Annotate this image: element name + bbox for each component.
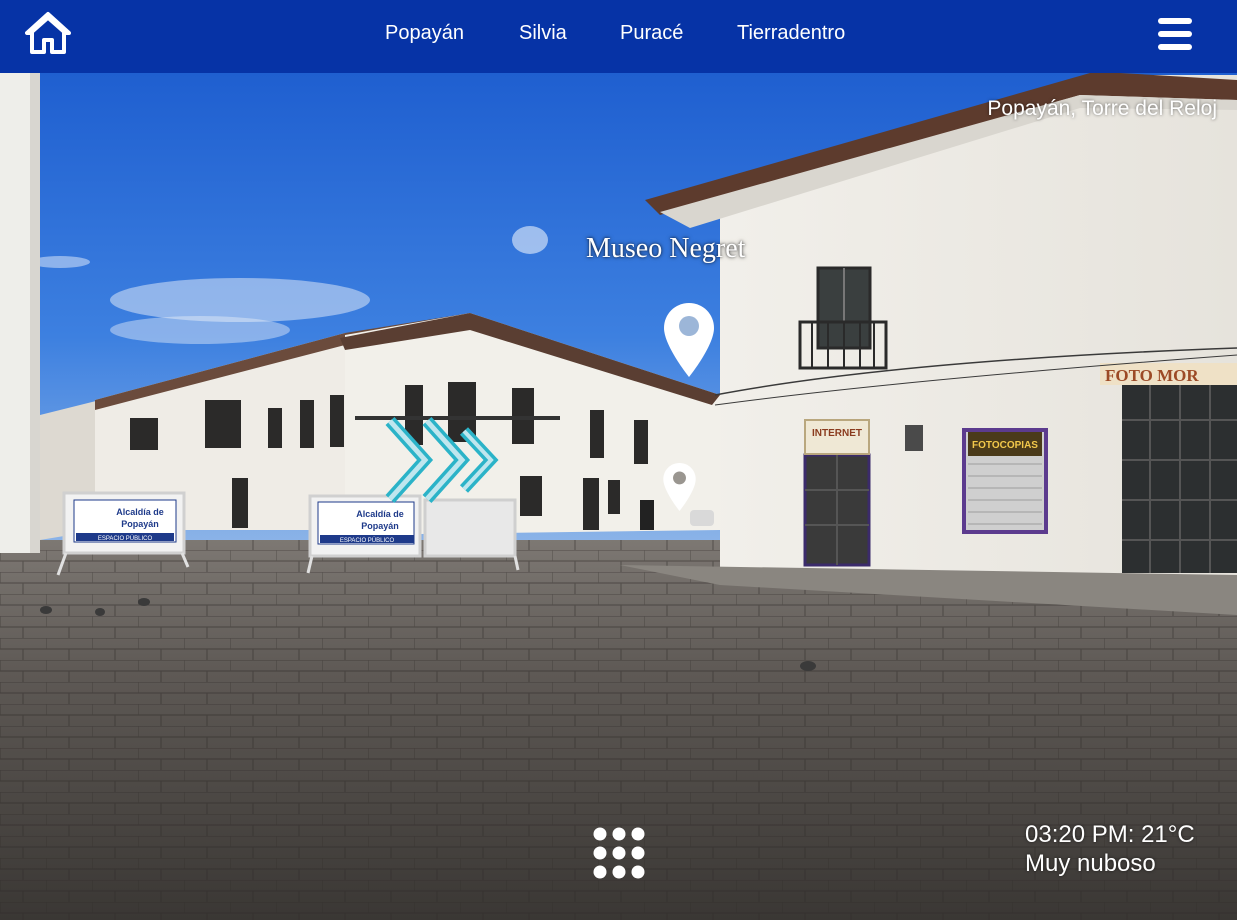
weather-time-temperature: 03:20 PM: 21°C (1025, 821, 1195, 848)
svg-text:ESPACIO PÚBLICO: ESPACIO PÚBLICO (340, 537, 395, 544)
secondary-pin[interactable] (662, 461, 697, 513)
svg-text:Popayán: Popayán (361, 521, 399, 531)
svg-text:Alcaldía de: Alcaldía de (116, 507, 164, 517)
menu-button[interactable] (1157, 17, 1193, 51)
panorama-viewer[interactable]: INTERNET FOTOCOPIAS FOTO MOR Alcaldía de… (0, 73, 1237, 920)
weather-condition: Muy nuboso (1025, 850, 1156, 877)
foto-sign-text: FOTO MOR (1105, 366, 1199, 385)
destination-nav: Popayán Silvia Puracé Tierradentro (0, 0, 1237, 73)
triple-chevron-right-icon (385, 416, 499, 504)
top-navigation-bar: Popayán Silvia Puracé Tierradentro (0, 0, 1237, 73)
map-pin-icon (664, 303, 714, 377)
navigate-forward-arrow[interactable] (385, 416, 500, 504)
map-pin-icon (663, 463, 696, 511)
panorama-image: INTERNET FOTOCOPIAS FOTO MOR Alcaldía de… (0, 73, 1237, 920)
hotspot-label[interactable]: Museo Negret (586, 233, 745, 265)
fotocopias-sign-text: FOTOCOPIAS (972, 440, 1038, 451)
nav-link-purace[interactable]: Puracé (620, 22, 683, 45)
svg-text:Popayán: Popayán (121, 519, 159, 529)
hotspot-pin[interactable] (662, 301, 716, 379)
grid-menu-icon (593, 827, 645, 879)
location-title: Popayán, Torre del Reloj (987, 97, 1217, 120)
nav-link-popayan[interactable]: Popayán (385, 22, 464, 45)
grid-menu-button[interactable] (592, 826, 646, 880)
svg-text:ESPACIO PÚBLICO: ESPACIO PÚBLICO (98, 535, 153, 542)
svg-text:Alcaldía de: Alcaldía de (356, 509, 404, 519)
weather-widget: 03:20 PM: 21°C Muy nuboso (1025, 820, 1195, 878)
nav-link-silvia[interactable]: Silvia (519, 22, 567, 45)
hamburger-menu-icon (1158, 18, 1192, 50)
internet-sign-text: INTERNET (812, 428, 862, 439)
nav-link-tierradentro[interactable]: Tierradentro (737, 22, 845, 45)
